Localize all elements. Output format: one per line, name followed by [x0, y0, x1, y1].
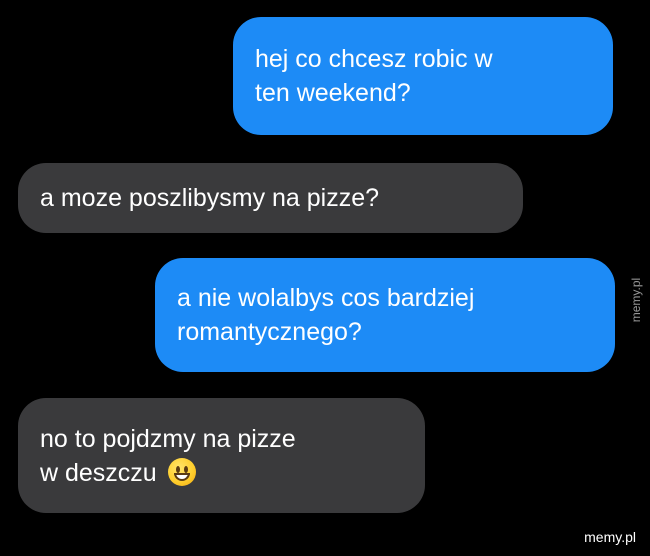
grinning-face-emoji-icon	[167, 457, 196, 486]
message-text: a moze poszlibysmy na pizze?	[40, 184, 380, 212]
watermark-side: memy.pl	[629, 277, 643, 323]
outgoing-message-bubble[interactable]: hej co chcesz robic w ten weekend?	[233, 17, 613, 135]
incoming-message-bubble[interactable]: no to pojdzmy na pizze w deszczu	[18, 398, 425, 513]
message-text-wrapper: no to pojdzmy na pizze w deszczu	[40, 422, 296, 490]
outgoing-message-bubble[interactable]: a nie wolalbys cos bardziej romantyczneg…	[155, 258, 615, 372]
watermark-bottom: memy.pl	[584, 529, 636, 545]
message-text: hej co chcesz robic w ten weekend?	[255, 45, 493, 107]
message-text: a nie wolalbys cos bardziej romantyczneg…	[177, 284, 475, 346]
incoming-message-bubble[interactable]: a moze poszlibysmy na pizze?	[18, 163, 523, 233]
message-text: no to pojdzmy na pizze w deszczu	[40, 424, 296, 487]
